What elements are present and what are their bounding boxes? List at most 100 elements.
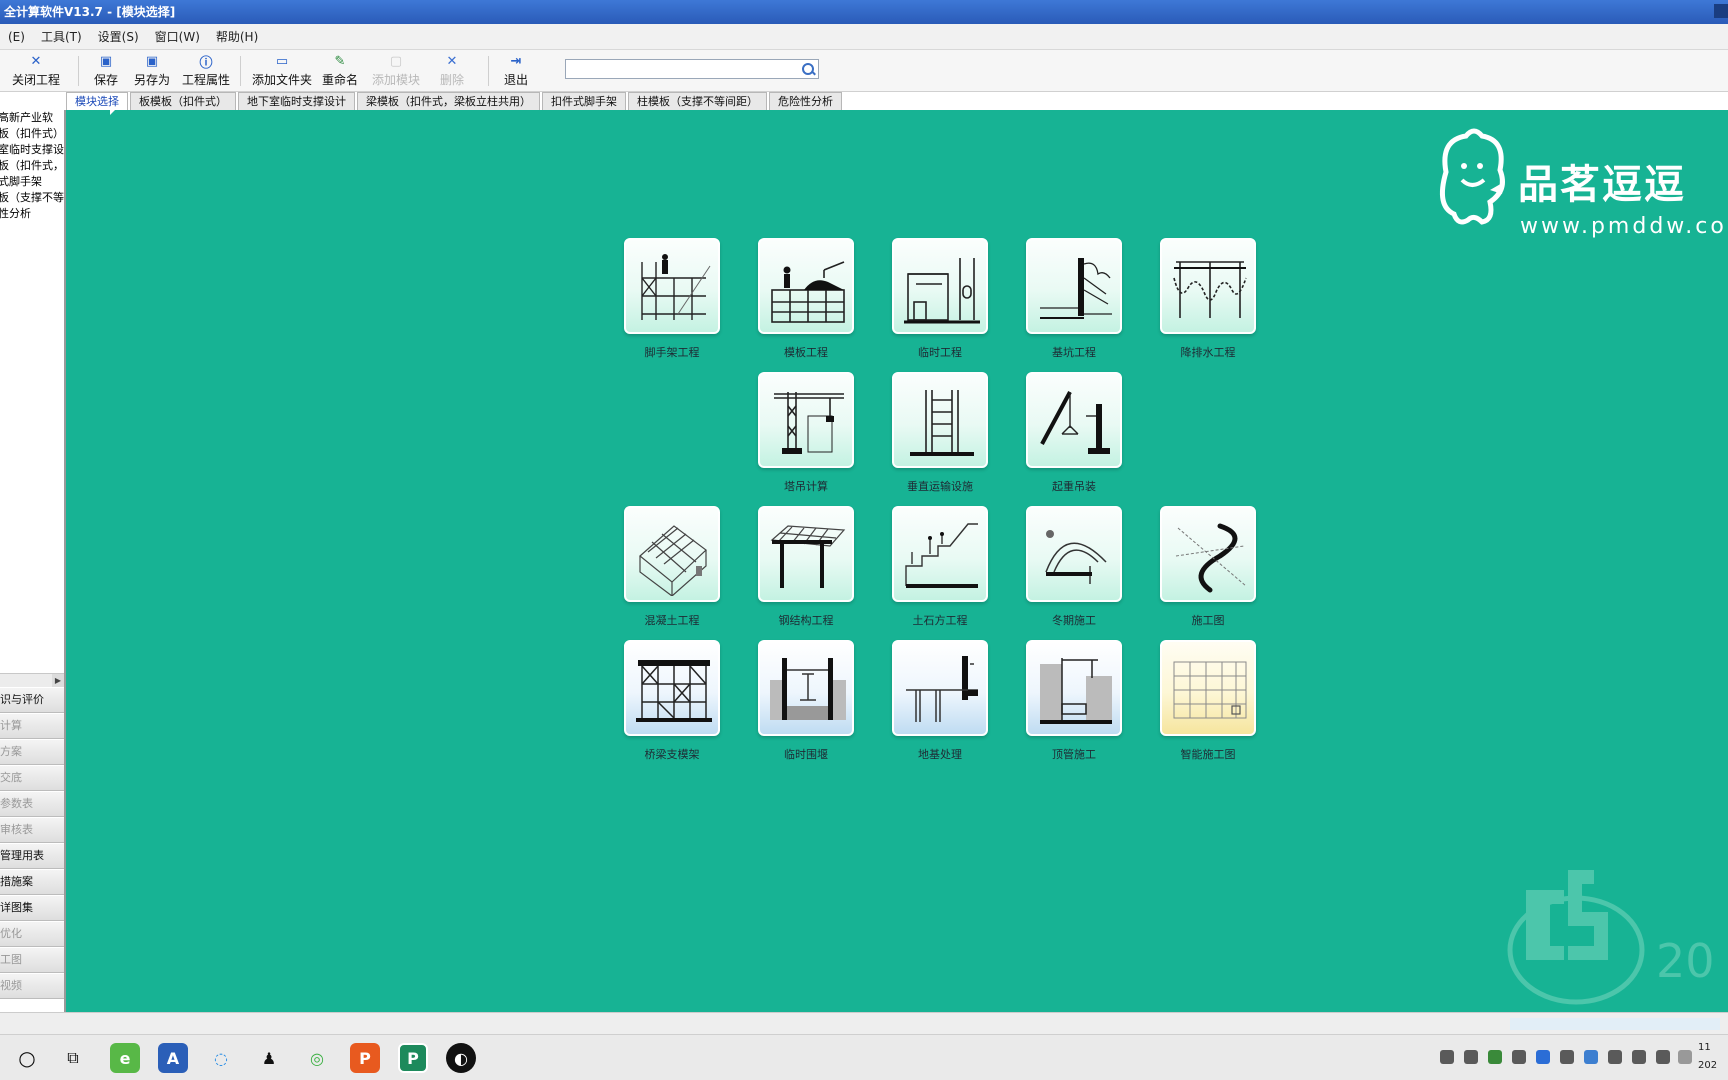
scroll-right-icon[interactable]: ▶ xyxy=(52,674,64,687)
qq-icon[interactable]: ♟ xyxy=(254,1043,284,1073)
module-tile[interactable] xyxy=(758,238,854,334)
module-tile[interactable] xyxy=(892,238,988,334)
nav-button[interactable]: 方案 xyxy=(0,740,64,765)
tree-item[interactable]: 性分析 xyxy=(0,206,64,222)
nav-button[interactable]: 视频 xyxy=(0,974,64,999)
module-tile[interactable] xyxy=(624,238,720,334)
clock[interactable]: 11 202 xyxy=(1698,1039,1717,1075)
module-ground-treatment[interactable]: 地基处理 xyxy=(890,640,990,770)
module-tile[interactable] xyxy=(892,506,988,602)
tree-item[interactable]: 高新产业软 xyxy=(0,110,64,126)
tab-risk-analysis[interactable]: 危险性分析 xyxy=(769,92,842,110)
tab-slab-formwork[interactable]: 板模板（扣件式） xyxy=(130,92,236,110)
nav-button[interactable]: 计算 xyxy=(0,714,64,739)
module-tile[interactable] xyxy=(1026,506,1122,602)
tab-beam-formwork[interactable]: 梁模板（扣件式，梁板立柱共用） xyxy=(357,92,540,110)
module-lifting[interactable]: 起重吊装 xyxy=(1024,372,1124,502)
module-tile[interactable] xyxy=(1160,506,1256,602)
module-tile[interactable] xyxy=(758,506,854,602)
tray-icon[interactable] xyxy=(1608,1050,1622,1064)
module-pipe-jacking[interactable]: 顶管施工 xyxy=(1024,640,1124,770)
tree-item[interactable]: 室临时支撑设 xyxy=(0,142,64,158)
module-tile[interactable] xyxy=(758,640,854,736)
tray-icon[interactable] xyxy=(1440,1050,1454,1064)
module-cofferdam[interactable]: 临时围堰 xyxy=(756,640,856,770)
search-circle-icon[interactable]: ○ xyxy=(12,1043,42,1073)
tray-icon[interactable] xyxy=(1560,1050,1574,1064)
input-icon[interactable] xyxy=(1678,1050,1692,1064)
save-as-button[interactable]: ▣ 另存为 xyxy=(134,53,170,89)
nav-button[interactable]: 工图 xyxy=(0,948,64,973)
exit-button[interactable]: ⇥ 退出 xyxy=(504,53,528,89)
module-dewatering[interactable]: 降排水工程 xyxy=(1158,238,1258,368)
nav-button[interactable]: 详图集 xyxy=(0,896,64,921)
menu-settings[interactable]: 设置(S) xyxy=(90,28,147,45)
module-tile[interactable] xyxy=(892,372,988,468)
app-orange-icon[interactable]: P xyxy=(350,1043,380,1073)
nav-button[interactable]: 交底 xyxy=(0,766,64,791)
module-tile[interactable] xyxy=(1160,238,1256,334)
module-tile[interactable] xyxy=(1160,640,1256,736)
module-scaffold[interactable]: 脚手架工程 xyxy=(622,238,722,368)
nav-button[interactable]: 管理用表 xyxy=(0,844,64,869)
module-bridge-formwork[interactable]: 桥梁支模架 xyxy=(622,640,722,770)
app-blue-icon[interactable]: A xyxy=(158,1043,188,1073)
pinming-app-icon[interactable]: P xyxy=(398,1043,428,1073)
bluetooth-icon[interactable] xyxy=(1536,1050,1550,1064)
menu-window[interactable]: 窗口(W) xyxy=(147,28,208,45)
module-formwork[interactable]: 模板工程 xyxy=(756,238,856,368)
wechat-icon[interactable]: ◎ xyxy=(302,1043,332,1073)
module-smart-drawing[interactable]: 智能施工图 xyxy=(1158,640,1258,770)
module-hoist[interactable]: 垂直运输设施 xyxy=(890,372,990,502)
module-tile[interactable] xyxy=(1026,640,1122,736)
search-input[interactable] xyxy=(565,59,819,79)
menu-tools[interactable]: 工具(T) xyxy=(33,28,90,45)
module-steel-structure[interactable]: 钢结构工程 xyxy=(756,506,856,636)
module-winter-construction[interactable]: 冬期施工 xyxy=(1024,506,1124,636)
module-tile[interactable] xyxy=(758,372,854,468)
shield-icon[interactable] xyxy=(1584,1050,1598,1064)
tree-item[interactable]: 板（扣件式， xyxy=(0,158,64,174)
module-tile[interactable] xyxy=(892,640,988,736)
app-browser-icon[interactable]: ◌ xyxy=(206,1043,236,1073)
module-temporary-works[interactable]: 临时工程 xyxy=(890,238,990,368)
tray-icon[interactable] xyxy=(1464,1050,1478,1064)
tray-icon[interactable] xyxy=(1488,1050,1502,1064)
microphone-icon[interactable] xyxy=(1512,1050,1526,1064)
tree-item[interactable]: 板（支撑不等 xyxy=(0,190,64,206)
module-concrete[interactable]: 混凝土工程 xyxy=(622,506,722,636)
add-template-button[interactable]: ▢ 添加模块 xyxy=(372,53,420,89)
window-control[interactable] xyxy=(1714,4,1728,18)
module-earthwork[interactable]: 土石方工程 xyxy=(890,506,990,636)
module-foundation-pit[interactable]: 基坑工程 xyxy=(1024,238,1124,368)
nav-button[interactable]: 参数表 xyxy=(0,792,64,817)
network-icon[interactable] xyxy=(1656,1050,1670,1064)
module-tile[interactable] xyxy=(624,640,720,736)
task-view-icon[interactable]: ⧉ xyxy=(58,1043,88,1073)
menu-help[interactable]: 帮助(H) xyxy=(208,28,266,45)
tab-module-select[interactable]: 模块选择 xyxy=(66,92,128,110)
module-tile[interactable] xyxy=(624,506,720,602)
tree-item[interactable]: 式脚手架 xyxy=(0,174,64,190)
module-tile[interactable] xyxy=(1026,372,1122,468)
module-tile[interactable] xyxy=(1026,238,1122,334)
nav-button[interactable]: 措施案 xyxy=(0,870,64,895)
volume-icon[interactable] xyxy=(1632,1050,1646,1064)
horizontal-scrollbar[interactable]: ▶ xyxy=(0,673,64,687)
search-icon[interactable] xyxy=(801,62,815,76)
nav-button[interactable]: 识与评价 xyxy=(0,688,64,713)
rename-button[interactable]: ✎ 重命名 xyxy=(322,53,358,89)
app-green-icon[interactable]: e xyxy=(110,1043,140,1073)
tab-column-formwork[interactable]: 柱模板（支撑不等间距） xyxy=(628,92,767,110)
close-project-button[interactable]: ✕ 关闭工程 xyxy=(12,53,60,89)
module-tower-crane[interactable]: 塔吊计算 xyxy=(756,372,856,502)
add-folder-button[interactable]: ▭ 添加文件夹 xyxy=(252,53,312,89)
delete-button[interactable]: ✕ 删除 xyxy=(440,53,464,89)
nav-button[interactable]: 审核表 xyxy=(0,818,64,843)
app-dark-icon[interactable]: ◐ xyxy=(446,1043,476,1073)
project-props-button[interactable]: ⓘ 工程属性 xyxy=(182,53,230,89)
save-button[interactable]: ▣ 保存 xyxy=(94,53,118,89)
tab-basement-support[interactable]: 地下室临时支撑设计 xyxy=(238,92,355,110)
module-construction-drawing[interactable]: 施工图 xyxy=(1158,506,1258,636)
nav-button[interactable]: 优化 xyxy=(0,922,64,947)
